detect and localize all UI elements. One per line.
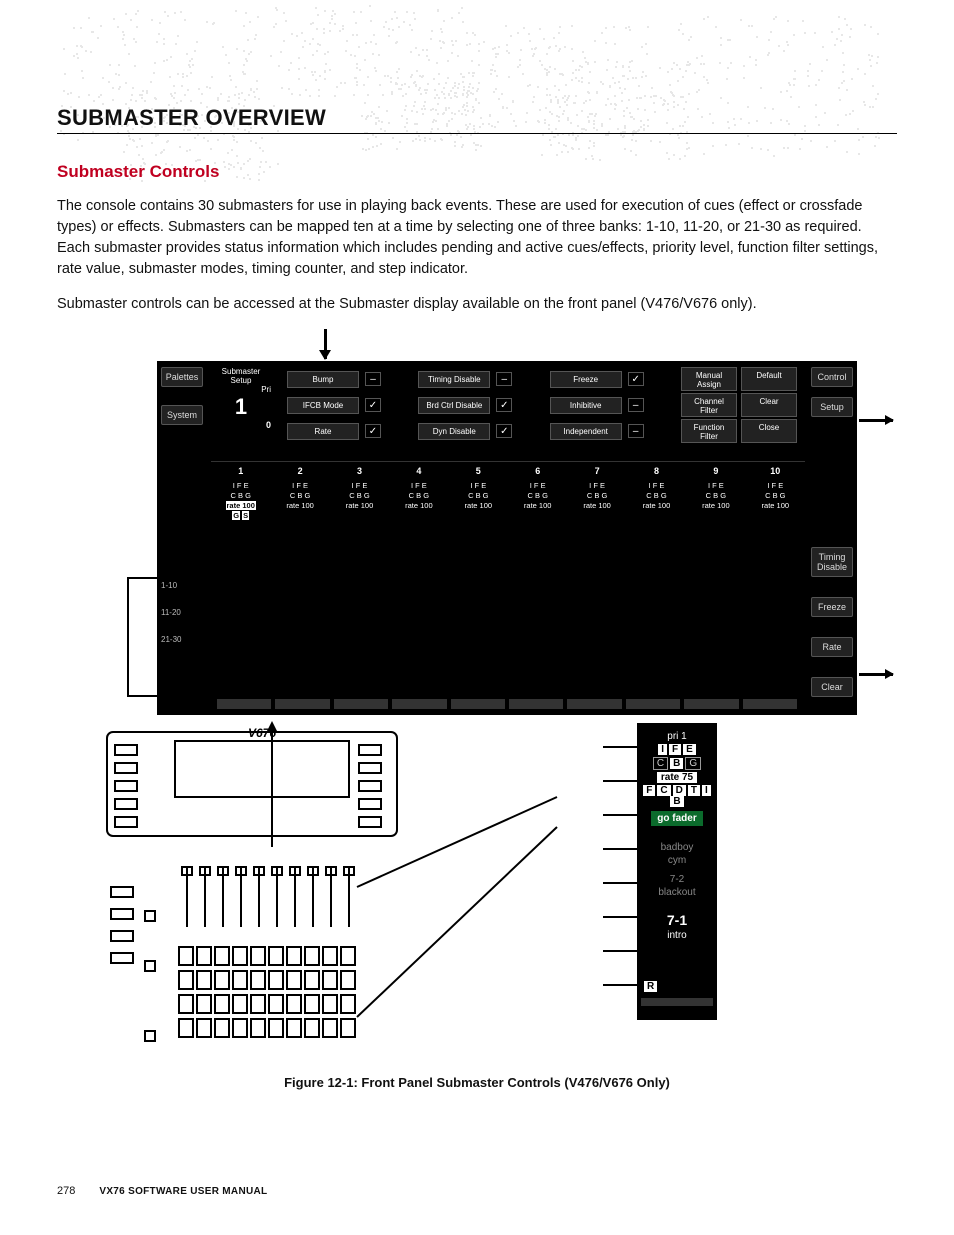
submaster-col[interactable]: I F EC B Grate 100 — [270, 481, 329, 520]
detail-corner: R — [639, 981, 715, 992]
setup-number: 1 — [211, 394, 271, 420]
detail-line1: badboy — [639, 842, 715, 853]
screenshot-left-tabs: Palettes System — [161, 367, 203, 425]
submaster-setup-block: Submaster Setup Pri 1 0 — [211, 367, 271, 430]
toggle-freeze[interactable]: Freeze✓ — [550, 367, 677, 391]
detail-bigword: intro — [639, 930, 715, 941]
manual-assign-button[interactable]: Manual Assign — [681, 367, 737, 391]
detail-bottom-bar — [641, 998, 713, 1006]
detail-cbg: CBG — [639, 757, 715, 770]
col-num: 4 — [389, 466, 448, 476]
callout-arrow-setup — [859, 419, 893, 422]
toggle-independent[interactable]: Independent– — [550, 419, 677, 443]
toggle-ifcb-mode[interactable]: IFCB Mode✓ — [287, 393, 414, 417]
body-paragraph-2: Submaster controls can be accessed at th… — [57, 294, 897, 315]
toggle-bump[interactable]: Bump– — [287, 367, 414, 391]
detail-pri: pri 1 — [639, 731, 715, 742]
submaster-col[interactable]: I F EC B Grate 100 — [627, 481, 686, 520]
detail-midnum: 7-2 — [639, 874, 715, 885]
col-num: 9 — [686, 466, 745, 476]
detail-line2: cym — [639, 855, 715, 866]
manual-name: VX76 SOFTWARE USER MANUAL — [99, 1186, 267, 1197]
submaster-col[interactable]: I F EC B Grate 100 — [508, 481, 567, 520]
submaster-col[interactable]: I F EC B Grate 100 — [449, 481, 508, 520]
default-button[interactable]: Default — [741, 367, 797, 391]
submaster-col[interactable]: I F EC B Grate 100 — [746, 481, 805, 520]
submaster-detail: pri 1 IFE CBG rate 75 FCDTIB go fader ba… — [637, 723, 717, 1020]
col-num: 10 — [746, 466, 805, 476]
tab-setup[interactable]: Setup — [811, 397, 853, 417]
bank-labels: 1-10 11-20 21-30 — [161, 581, 181, 644]
submaster-col[interactable]: I F EC B Grate 100G S — [211, 481, 270, 520]
tab-system[interactable]: System — [161, 405, 203, 425]
toggle-inhibitive[interactable]: Inhibitive– — [550, 393, 677, 417]
tab-control[interactable]: Control — [811, 367, 853, 387]
tab-palettes[interactable]: Palettes — [161, 367, 203, 387]
screenshot-right-tabs: Control Setup — [811, 367, 853, 417]
submaster-columns: I F EC B Grate 100G SI F EC B Grate 100I… — [211, 481, 805, 520]
setup-label: Submaster Setup — [211, 367, 271, 385]
go-fader-button[interactable]: go fader — [639, 809, 715, 826]
detail-bignum: 7-1 — [639, 912, 715, 928]
channel-filter-button[interactable]: Channel Filter — [681, 393, 737, 417]
side-clear-button[interactable]: Clear — [811, 677, 853, 697]
section-heading: Submaster Controls — [57, 162, 897, 182]
toggle-brd-ctrl-disable[interactable]: Brd Ctrl Disable✓ — [418, 393, 545, 417]
submaster-col[interactable]: I F EC B Grate 100 — [330, 481, 389, 520]
col-num: 7 — [567, 466, 626, 476]
bottom-bars — [217, 699, 797, 709]
toggle-rate[interactable]: Rate✓ — [287, 419, 414, 443]
callout-bracket-left — [127, 577, 157, 697]
detail-ife: IFE — [639, 744, 715, 755]
detail-rate: rate 75 — [639, 772, 715, 783]
col-num: 3 — [330, 466, 389, 476]
figure-caption: Figure 12-1: Front Panel Submaster Contr… — [57, 1075, 897, 1090]
page-number: 278 — [57, 1185, 75, 1197]
pri-label: Pri — [211, 385, 271, 394]
col-num: 1 — [211, 466, 270, 476]
submaster-col[interactable]: I F EC B Grate 100 — [567, 481, 626, 520]
setup-zero: 0 — [211, 420, 271, 430]
clear-button[interactable]: Clear — [741, 393, 797, 417]
col-num: 8 — [627, 466, 686, 476]
col-num: 5 — [449, 466, 508, 476]
close-button[interactable]: Close — [741, 419, 797, 443]
column-numbers: 12345678910 — [211, 461, 805, 476]
col-num: 2 — [270, 466, 329, 476]
callout-arrow-clear — [859, 673, 893, 676]
bank-21-30[interactable]: 21-30 — [161, 635, 181, 644]
detail-midword: blackout — [639, 887, 715, 898]
console-drawing: V676 — [97, 717, 857, 1057]
bank-1-10[interactable]: 1-10 — [161, 581, 181, 590]
col-num: 6 — [508, 466, 567, 476]
side-freeze-button[interactable]: Freeze — [811, 597, 853, 617]
bank-11-20[interactable]: 11-20 — [161, 608, 181, 617]
toggle-dyn-disable[interactable]: Dyn Disable✓ — [418, 419, 545, 443]
submaster-col[interactable]: I F EC B Grate 100 — [389, 481, 448, 520]
body-paragraph-1: The console contains 30 submasters for u… — [57, 196, 897, 280]
figure: Palettes System Submaster Setup Pri 1 0 … — [57, 347, 897, 1107]
side-timing-disable-button[interactable]: Timing Disable — [811, 547, 853, 577]
function-filter-button[interactable]: Function Filter — [681, 419, 737, 443]
callout-arrow-down — [324, 329, 327, 359]
page-title: SUBMASTER OVERVIEW — [57, 105, 897, 134]
page-footer: 278 VX76 SOFTWARE USER MANUAL — [57, 1185, 267, 1197]
side-rate-button[interactable]: Rate — [811, 637, 853, 657]
toggle-timing-disable[interactable]: Timing Disable– — [418, 367, 545, 391]
submaster-col[interactable]: I F EC B Grate 100 — [686, 481, 745, 520]
toggle-grid: Bump–Timing Disable–Freeze✓Manual Assign… — [287, 367, 797, 443]
detail-fcdtib: FCDTIB — [639, 785, 715, 807]
software-screenshot: Palettes System Submaster Setup Pri 1 0 … — [157, 361, 857, 715]
screenshot-side-buttons: Timing Disable Freeze Rate Clear — [811, 547, 853, 697]
